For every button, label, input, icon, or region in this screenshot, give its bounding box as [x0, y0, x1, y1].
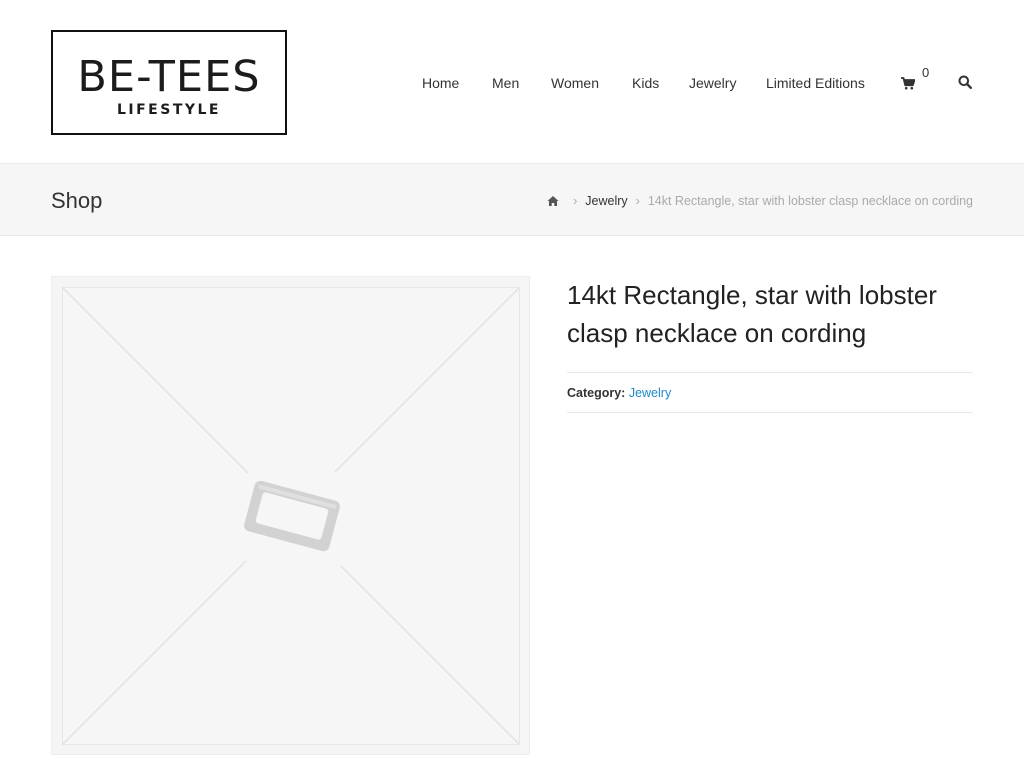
home-icon [547, 196, 559, 206]
main-navigation: Home Men Women Kids Jewelry Limited Edit… [0, 73, 1024, 93]
nav-item-women[interactable]: Women [551, 73, 599, 93]
cart-count: 0 [922, 65, 930, 80]
nav-item-kids[interactable]: Kids [632, 73, 659, 93]
category-label: Category: [567, 386, 626, 400]
category-link[interactable]: Jewelry [629, 386, 671, 400]
logo-tagline: LIFESTYLE [116, 102, 221, 118]
shopping-cart-icon [901, 77, 915, 90]
breadcrumb-jewelry-link[interactable]: Jewelry [585, 193, 627, 209]
breadcrumb: › Jewelry › 14kt Rectangle, star with lo… [547, 192, 973, 210]
nav-item-men[interactable]: Men [492, 73, 519, 93]
nav-item-jewelry[interactable]: Jewelry [689, 73, 736, 93]
page-title-bar: Shop › Jewelry › 14kt Rectangle, star wi… [0, 164, 1024, 236]
chevron-right-icon: › [635, 194, 640, 208]
product-image-placeholder [62, 287, 520, 745]
chevron-right-icon: › [573, 194, 578, 208]
product-image[interactable] [51, 276, 530, 755]
product-meta: Category: Jewelry [567, 372, 973, 413]
cart-button[interactable]: 0 [901, 65, 935, 93]
page-title: Shop [51, 188, 103, 213]
search-button[interactable] [958, 75, 974, 91]
product-title: 14kt Rectangle, star with lobster clasp … [567, 280, 937, 348]
breadcrumb-current: 14kt Rectangle, star with lobster clasp … [647, 194, 973, 208]
site-header: BE-TEES LIFESTYLE Home Men Women Kids Je… [0, 0, 1024, 164]
search-icon [958, 75, 973, 90]
nav-item-home[interactable]: Home [422, 73, 459, 93]
breadcrumb-home-link[interactable] [547, 195, 559, 207]
image-placeholder-icon [63, 288, 519, 744]
nav-item-limited-editions[interactable]: Limited Editions [766, 73, 865, 93]
